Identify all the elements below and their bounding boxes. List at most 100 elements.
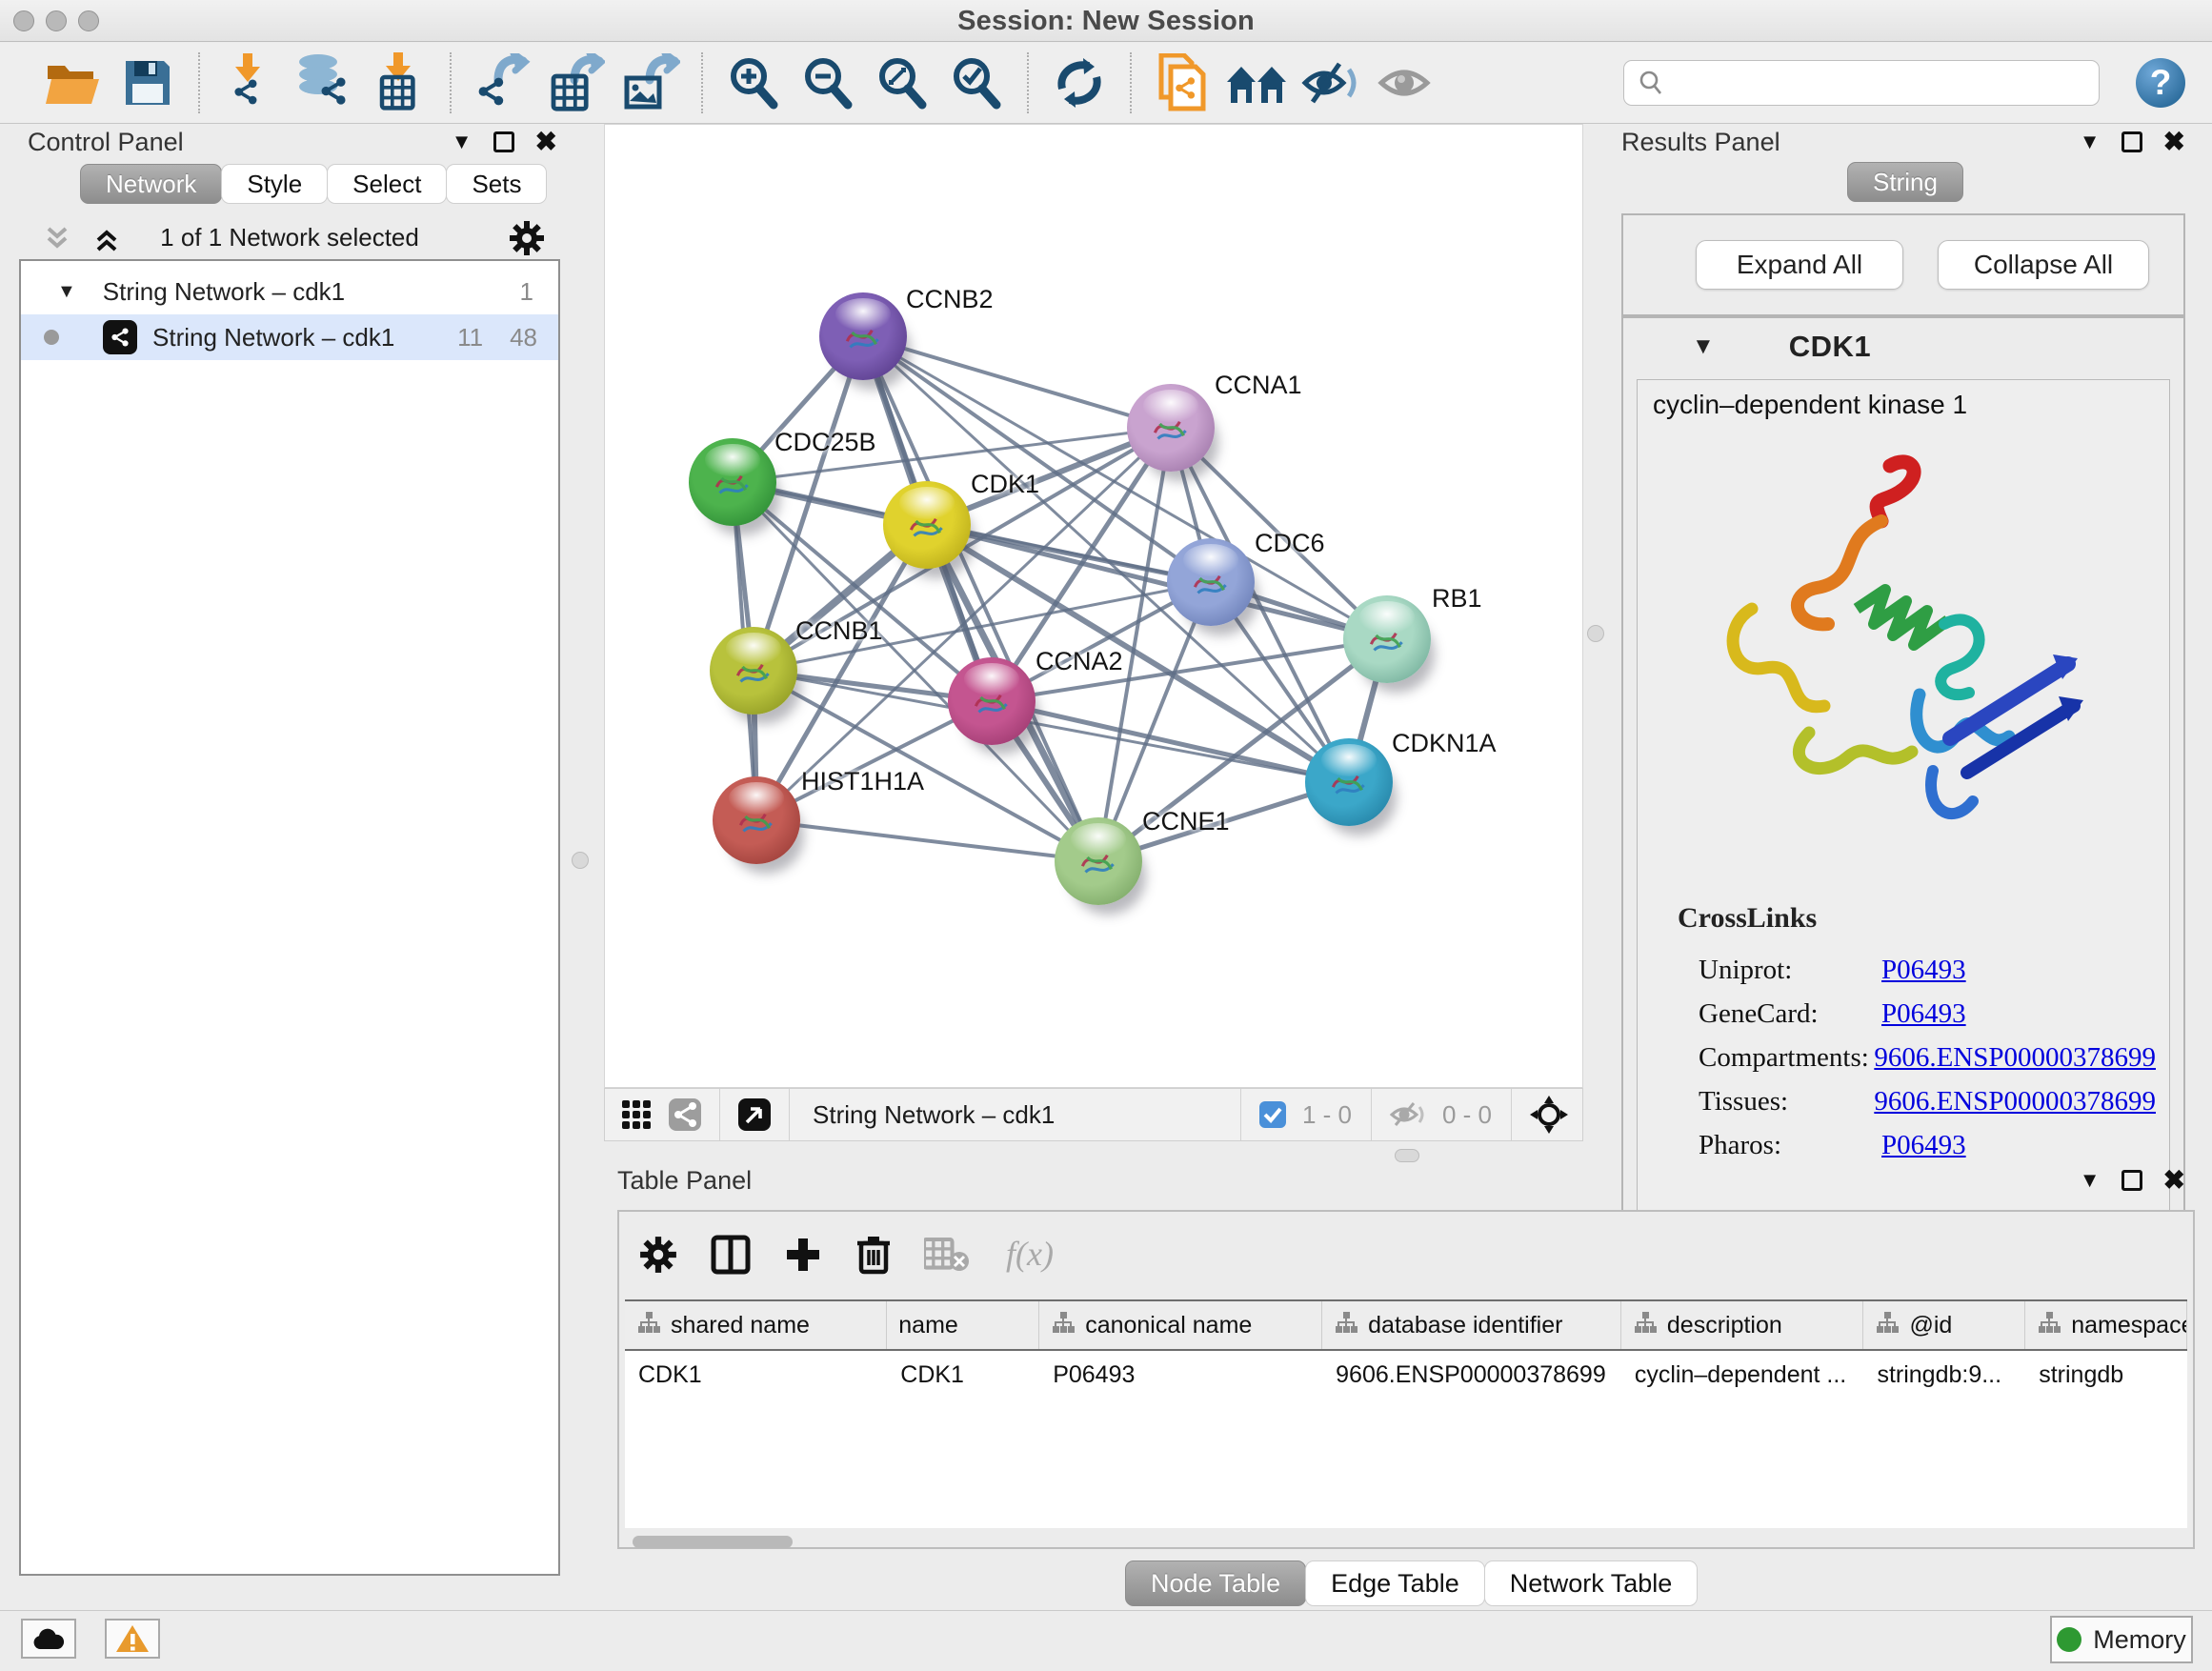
search-input[interactable] [1664, 64, 2099, 102]
tab-network[interactable]: Network [80, 164, 222, 204]
help-button[interactable]: ? [2136, 58, 2185, 108]
column-header-shared-name[interactable]: shared name [625, 1301, 887, 1349]
collection-disclosure-icon[interactable]: ▼ [57, 281, 76, 303]
create-column-button[interactable] [783, 1235, 823, 1279]
right-splitter-handle[interactable] [1587, 625, 1604, 642]
table-cell[interactable]: CDK1 [625, 1351, 887, 1399]
results-tab-string[interactable]: String [1848, 162, 1963, 202]
panel-menu-icon[interactable]: ▼ [452, 130, 473, 154]
edge-HIST1H1A-CCNE1[interactable] [756, 820, 1098, 861]
node-CCNA1[interactable] [1127, 384, 1215, 472]
tab-style[interactable]: Style [221, 164, 328, 204]
search-box[interactable] [1623, 60, 2100, 106]
table-row[interactable]: CDK1CDK1P064939606.ENSP00000378699cyclin… [625, 1351, 2187, 1399]
collapse-all-button[interactable]: Collapse All [1938, 240, 2149, 290]
tab-node-table[interactable]: Node Table [1125, 1560, 1306, 1606]
crosslink-link[interactable]: 9606.ENSP00000378699 [1874, 1086, 2156, 1117]
panel-close-icon[interactable]: ✖ [2163, 1170, 2185, 1191]
edge-CCNB2-CCNA1[interactable] [863, 336, 1171, 428]
table-cell[interactable]: 9606.ENSP00000378699 [1322, 1351, 1621, 1399]
hidden-eye-icon[interactable] [1389, 1099, 1427, 1130]
column-header-name[interactable]: name [887, 1301, 1039, 1349]
table-settings-button[interactable] [638, 1235, 678, 1279]
delete-column-button[interactable] [855, 1234, 892, 1280]
panel-menu-icon[interactable]: ▼ [2080, 130, 2101, 154]
table-cell[interactable]: cyclin–dependent ... [1621, 1351, 1864, 1399]
selected-checkbox-icon[interactable] [1258, 1100, 1287, 1129]
selected-counts: 1 - 0 [1302, 1100, 1352, 1130]
table-cell[interactable]: stringdb [2025, 1351, 2187, 1399]
fit-selected-crosshair-icon[interactable] [1529, 1095, 1569, 1135]
panel-float-icon[interactable] [2122, 1170, 2142, 1191]
zoom-selected-button[interactable] [939, 49, 1014, 117]
tab-network-table[interactable]: Network Table [1484, 1560, 1699, 1606]
zoom-out-button[interactable] [791, 49, 865, 117]
panel-float-icon[interactable] [493, 131, 514, 152]
network-view-canvas[interactable]: CCNB2 CCNA1 CDC25B CDK1 CDC6 RB1 CCNB1 C… [604, 124, 1583, 1088]
zoom-in-button[interactable] [716, 49, 791, 117]
panel-close-icon[interactable]: ✖ [535, 131, 557, 152]
birdseye-grid-icon[interactable] [620, 1098, 653, 1131]
function-builder-button[interactable]: f(x) [1002, 1234, 1063, 1280]
export-network-button[interactable] [465, 49, 539, 117]
import-network-from-database-button[interactable] [288, 49, 362, 117]
column-header-description[interactable]: description [1621, 1301, 1864, 1349]
panel-float-icon[interactable] [2122, 131, 2142, 152]
detach-view-icon[interactable] [737, 1097, 772, 1132]
show-all-button[interactable] [1368, 49, 1442, 117]
node-CDK1[interactable] [883, 481, 971, 569]
cloud-button[interactable] [21, 1619, 76, 1659]
crosslink-link[interactable]: P06493 [1881, 955, 1966, 986]
delete-table-button[interactable] [924, 1238, 970, 1277]
import-network-button[interactable] [213, 49, 288, 117]
export-table-button[interactable] [539, 49, 613, 117]
node-CCNA2[interactable] [948, 657, 1036, 745]
node-CCNE1[interactable] [1055, 817, 1142, 905]
left-splitter-handle[interactable] [572, 852, 589, 869]
network-overview-icon[interactable] [668, 1097, 702, 1132]
network-row-selected[interactable]: String Network – cdk1 11 48 [21, 314, 558, 360]
tab-select[interactable]: Select [327, 164, 447, 204]
node-CDC6[interactable] [1167, 538, 1255, 626]
apply-preferred-layout-icon [1053, 56, 1106, 110]
panel-menu-icon[interactable]: ▼ [2080, 1168, 2101, 1193]
crosslink-link[interactable]: P06493 [1881, 998, 1966, 1030]
node-CDKN1A[interactable] [1305, 738, 1393, 826]
hide-selected-button[interactable] [1294, 49, 1368, 117]
zoom-fit-content-button[interactable] [865, 49, 939, 117]
column-header-canonical-name[interactable]: canonical name [1039, 1301, 1322, 1349]
show-columns-button[interactable] [711, 1235, 751, 1279]
expand-all-button[interactable]: Expand All [1696, 240, 1903, 290]
column-header-database-identifier[interactable]: database identifier [1322, 1301, 1621, 1349]
gene-disclosure-icon[interactable]: ▼ [1692, 333, 1715, 360]
open-session-button[interactable] [36, 49, 111, 117]
scrollbar-thumb[interactable] [633, 1536, 793, 1548]
horizontal-splitter-handle[interactable] [1395, 1149, 1419, 1162]
tab-sets[interactable]: Sets [446, 164, 547, 204]
table-hscrollbar[interactable] [625, 1536, 2187, 1549]
panel-close-icon[interactable]: ✖ [2163, 131, 2185, 152]
table-cell[interactable]: stringdb:9... [1863, 1351, 2025, 1399]
column-header--id[interactable]: @id [1863, 1301, 2025, 1349]
column-header-namespace[interactable]: namespace [2025, 1301, 2187, 1349]
node-CCNB2[interactable] [819, 292, 907, 380]
node-RB1[interactable] [1343, 595, 1431, 683]
apply-preferred-layout-button[interactable] [1042, 49, 1116, 117]
table-cell[interactable]: CDK1 [887, 1351, 1039, 1399]
tab-edge-table[interactable]: Edge Table [1305, 1560, 1485, 1606]
memory-button[interactable]: Memory [2050, 1616, 2193, 1663]
table-cell[interactable]: P06493 [1039, 1351, 1322, 1399]
export-image-button[interactable] [613, 49, 688, 117]
network-collection-row[interactable]: ▼ String Network – cdk1 1 [21, 269, 558, 314]
import-table-button[interactable] [362, 49, 436, 117]
node-CDC25B[interactable] [689, 438, 776, 526]
crosslink-link[interactable]: 9606.ENSP00000378699 [1874, 1042, 2156, 1074]
node-HIST1H1A[interactable] [713, 776, 800, 864]
warnings-button[interactable] [105, 1619, 160, 1659]
node-CCNB1[interactable] [710, 627, 797, 715]
save-session-button[interactable] [111, 49, 185, 117]
network-options-gear-icon[interactable] [508, 219, 546, 257]
crosslink-link[interactable]: P06493 [1881, 1130, 1966, 1161]
clone-network-button[interactable] [1145, 49, 1219, 117]
first-neighbors-button[interactable] [1219, 49, 1294, 117]
